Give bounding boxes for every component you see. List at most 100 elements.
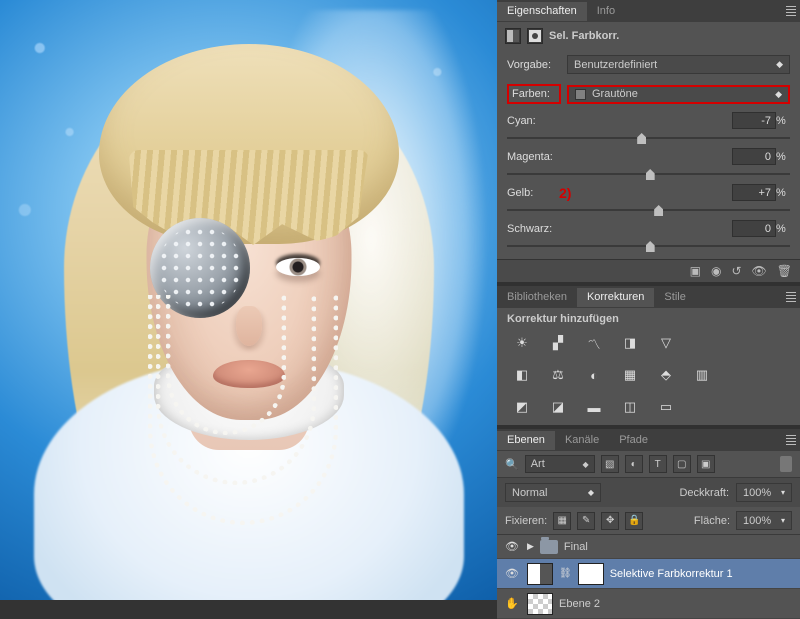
expand-caret-icon[interactable]: ▶ bbox=[527, 541, 534, 552]
tab-paths[interactable]: Pfade bbox=[609, 431, 658, 450]
layer-name[interactable]: Selektive Farbkorrektur 1 bbox=[610, 568, 733, 580]
portrait-nose bbox=[236, 306, 262, 346]
layers-tabbar: Ebenen Kanäle Pfade bbox=[497, 429, 800, 451]
exposure-icon[interactable]: ◨ bbox=[619, 333, 641, 353]
visibility-toggle[interactable]: ✋ bbox=[503, 597, 521, 610]
black-slider[interactable] bbox=[507, 239, 790, 253]
layer-ebene-2[interactable]: ✋ Ebene 2 bbox=[497, 589, 800, 619]
reset-icon[interactable]: ↺ bbox=[731, 264, 741, 278]
tab-styles[interactable]: Stile bbox=[654, 288, 695, 307]
levels-icon[interactable]: ▞ bbox=[547, 333, 569, 353]
filter-type-icon[interactable]: T bbox=[649, 455, 667, 473]
black-label: Schwarz: bbox=[507, 223, 559, 235]
layer-name[interactable]: Ebene 2 bbox=[559, 598, 600, 610]
adjustments-tabbar: Bibliotheken Korrekturen Stile bbox=[497, 286, 800, 308]
channel-mixer-icon[interactable]: ⬘ bbox=[655, 365, 677, 385]
filter-shape-icon[interactable]: ▢ bbox=[673, 455, 691, 473]
portrait-eye bbox=[276, 258, 320, 276]
lock-paint-icon[interactable]: ✎ bbox=[577, 512, 595, 530]
properties-footer: ▣ ◉ ↺ 👁 🗑 bbox=[497, 259, 800, 282]
black-value[interactable] bbox=[732, 220, 776, 237]
properties-tabbar: Eigenschaften Info bbox=[497, 0, 800, 22]
visibility-icon[interactable]: 👁 bbox=[752, 264, 767, 278]
slider-magenta: Magenta:% bbox=[497, 145, 800, 181]
tab-layers[interactable]: Ebenen bbox=[497, 431, 555, 450]
layer-selective-color[interactable]: 👁 ⛓ Selektive Farbkorrektur 1 bbox=[497, 559, 800, 589]
mask-icon bbox=[527, 28, 543, 44]
trash-icon[interactable]: 🗑 bbox=[777, 264, 792, 278]
opacity-select[interactable]: 100%▾ bbox=[736, 483, 792, 502]
blend-mode-select[interactable]: Normal◆ bbox=[505, 483, 601, 502]
color-lookup-icon[interactable]: ▥ bbox=[691, 365, 713, 385]
posterize-icon[interactable]: ◪ bbox=[547, 397, 569, 417]
panel-menu-icon[interactable] bbox=[782, 0, 800, 22]
preset-label: Vorgabe: bbox=[507, 59, 561, 71]
cyan-value[interactable] bbox=[732, 112, 776, 129]
filter-adjust-icon[interactable]: ◐ bbox=[625, 455, 643, 473]
visibility-toggle[interactable]: 👁 bbox=[503, 540, 521, 553]
panel-menu-icon[interactable] bbox=[782, 429, 800, 451]
adjustment-thumb-icon bbox=[527, 563, 553, 585]
lock-position-icon[interactable]: ✥ bbox=[601, 512, 619, 530]
magenta-value[interactable] bbox=[732, 148, 776, 165]
filter-pixel-icon[interactable]: ▧ bbox=[601, 455, 619, 473]
opacity-label: Deckkraft: bbox=[679, 487, 729, 499]
document-canvas[interactable] bbox=[0, 0, 497, 600]
tab-adjustments[interactable]: Korrekturen bbox=[577, 288, 654, 307]
link-icon[interactable]: ⛓ bbox=[559, 568, 572, 579]
fill-label: Fläche: bbox=[694, 515, 730, 527]
visibility-toggle[interactable]: 👁 bbox=[503, 567, 521, 580]
filter-type-select[interactable]: Art◆ bbox=[525, 455, 595, 473]
yellow-label: Gelb: bbox=[507, 187, 559, 199]
add-adjustment-label: Korrektur hinzufügen bbox=[497, 308, 800, 327]
tab-info[interactable]: Info bbox=[587, 2, 625, 21]
layer-thumb bbox=[527, 593, 553, 615]
folder-icon bbox=[540, 540, 558, 554]
cyan-label: Cyan: bbox=[507, 115, 559, 127]
tab-properties[interactable]: Eigenschaften bbox=[497, 2, 587, 21]
color-balance-icon[interactable]: ⚖ bbox=[547, 365, 569, 385]
colors-select[interactable]: Grautöne ◆ bbox=[567, 85, 790, 104]
slider-yellow: Gelb:2)% bbox=[497, 181, 800, 217]
slider-black: Schwarz:% bbox=[497, 217, 800, 259]
fill-select[interactable]: 100%▾ bbox=[736, 511, 792, 530]
curves-icon[interactable]: 〽 bbox=[583, 333, 605, 353]
view-previous-icon[interactable]: ◉ bbox=[711, 264, 721, 278]
magenta-label: Magenta: bbox=[507, 151, 559, 163]
preset-select[interactable]: Benutzerdefiniert◆ bbox=[567, 55, 790, 74]
mask-thumb[interactable] bbox=[578, 563, 604, 585]
hue-sat-icon[interactable]: ◧ bbox=[511, 365, 533, 385]
lock-all-icon[interactable]: 🔒 bbox=[625, 512, 643, 530]
adjustment-presets-row: ☀ ▞ 〽 ◨ ▽ bbox=[497, 327, 800, 359]
annotation-2: 2) bbox=[559, 185, 571, 201]
layer-filter-row: 🔍 Art◆ ▧ ◐ T ▢ ▣ bbox=[497, 451, 800, 477]
bw-icon[interactable]: ◐ bbox=[583, 365, 605, 385]
photo-filter-icon[interactable]: ▦ bbox=[619, 365, 641, 385]
tab-channels[interactable]: Kanäle bbox=[555, 431, 609, 450]
yellow-value[interactable] bbox=[732, 184, 776, 201]
threshold-icon[interactable]: ▬ bbox=[583, 397, 605, 417]
magenta-slider[interactable] bbox=[507, 167, 790, 181]
layer-name[interactable]: Final bbox=[564, 541, 588, 553]
adjustment-type-icon bbox=[505, 28, 521, 44]
cyan-slider[interactable] bbox=[507, 131, 790, 145]
yellow-slider[interactable] bbox=[507, 203, 790, 217]
slider-cyan: Cyan:% bbox=[497, 109, 800, 145]
invert-icon[interactable]: ◩ bbox=[511, 397, 533, 417]
vibrance-icon[interactable]: ▽ bbox=[655, 333, 677, 353]
layer-group-final[interactable]: 👁 ▶ Final bbox=[497, 535, 800, 559]
panel-menu-icon[interactable] bbox=[782, 286, 800, 308]
filter-smart-icon[interactable]: ▣ bbox=[697, 455, 715, 473]
filter-search-icon[interactable]: 🔍 bbox=[505, 458, 519, 471]
lock-label: Fixieren: bbox=[505, 515, 547, 527]
gradient-map-icon[interactable]: ▭ bbox=[655, 397, 677, 417]
filter-toggle[interactable] bbox=[780, 456, 792, 472]
right-panel-dock: Eigenschaften Info Sel. Farbkorr. Vorgab… bbox=[497, 0, 800, 600]
lock-pixels-icon[interactable]: ▦ bbox=[553, 512, 571, 530]
clip-icon[interactable]: ▣ bbox=[690, 264, 701, 278]
brightness-contrast-icon[interactable]: ☀ bbox=[511, 333, 533, 353]
tab-libraries[interactable]: Bibliotheken bbox=[497, 288, 577, 307]
properties-title: Sel. Farbkorr. bbox=[549, 30, 619, 42]
selective-color-icon[interactable]: ◫ bbox=[619, 397, 641, 417]
properties-header: Sel. Farbkorr. bbox=[497, 22, 800, 50]
